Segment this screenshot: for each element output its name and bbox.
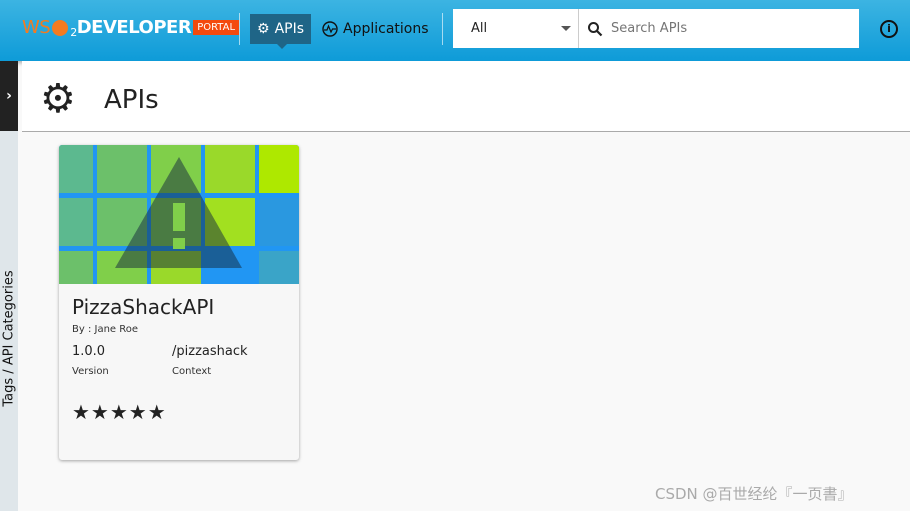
star-rating[interactable]: ★★★★★ bbox=[72, 400, 167, 424]
search-filter-select[interactable]: All bbox=[453, 9, 579, 48]
nav-applications[interactable]: Applications bbox=[315, 14, 436, 44]
caret-down-icon bbox=[561, 26, 571, 36]
context-label: Context bbox=[172, 366, 212, 377]
divider bbox=[442, 13, 443, 45]
warning-icon bbox=[115, 157, 242, 268]
sidebar: › Tags / API Categories bbox=[0, 61, 18, 511]
watermark: CSDN @百世经纶『一页書』 bbox=[655, 485, 853, 503]
search-box bbox=[579, 9, 859, 48]
page-title: APIs bbox=[104, 85, 159, 115]
nav-apis[interactable]: ⚙ APIs bbox=[250, 14, 312, 49]
divider bbox=[239, 13, 240, 45]
gear-icon: ⚙ bbox=[257, 21, 270, 37]
api-thumbnail bbox=[59, 145, 299, 284]
api-author: By : Jane Roe bbox=[72, 324, 139, 335]
logo-o-icon bbox=[52, 19, 69, 36]
logo[interactable]: WS 2 DEVELOPER PORTAL bbox=[22, 16, 240, 39]
search-icon bbox=[588, 21, 603, 36]
info-icon[interactable]: i bbox=[880, 20, 898, 38]
api-gear-icon: ⚙ bbox=[40, 76, 76, 122]
version-label: Version bbox=[72, 366, 109, 377]
sidebar-label[interactable]: Tags / API Categories bbox=[2, 250, 17, 428]
sidebar-toggle-button[interactable]: › bbox=[0, 61, 18, 131]
top-header: WS 2 DEVELOPER PORTAL ⚙ APIs Applications Al… bbox=[0, 0, 910, 61]
api-name[interactable]: PizzaShackAPI bbox=[72, 295, 214, 319]
api-card[interactable]: PizzaShackAPI By : Jane Roe 1.0.0 Versio… bbox=[59, 145, 299, 460]
activity-icon bbox=[322, 21, 338, 37]
page-header: ⚙ APIs bbox=[22, 61, 910, 132]
api-version: 1.0.0 bbox=[72, 344, 106, 359]
search-input[interactable] bbox=[611, 21, 851, 36]
api-context: /pizzashack bbox=[172, 344, 248, 359]
